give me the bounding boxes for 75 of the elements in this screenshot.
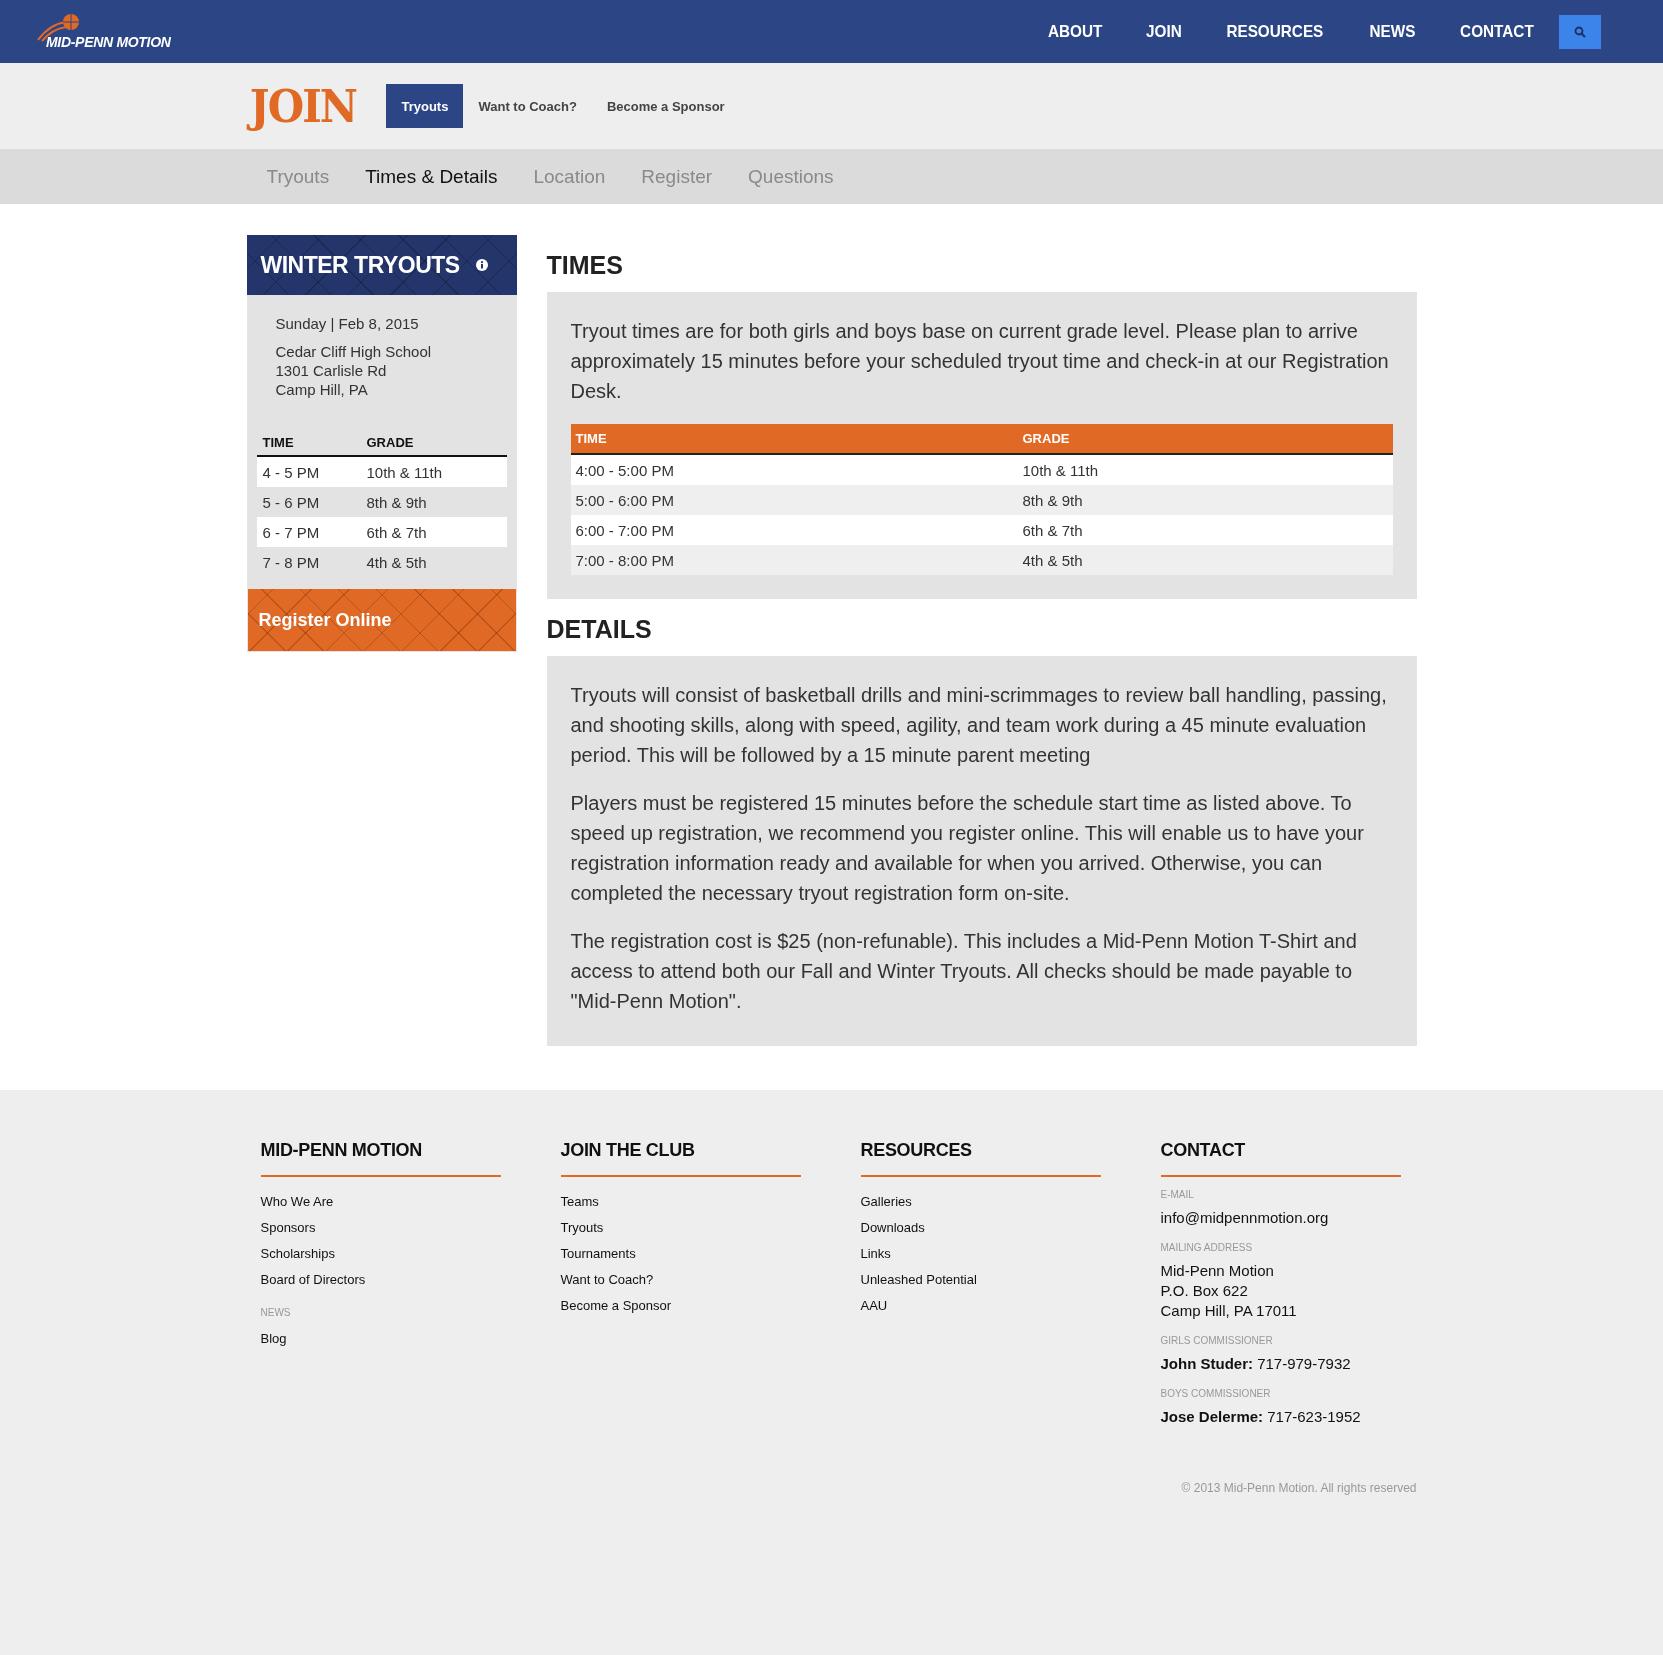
table-cell-text: 6:00 - 7:00 PM [575,521,675,539]
footer-link[interactable]: Links [860,1241,891,1267]
footer-link[interactable]: Blog [260,1326,287,1352]
table-cell-text: 6 - 7 PM [262,523,321,541]
column-header: TIME [575,431,608,446]
contact-text: Mid-Penn Motion [1160,1261,1274,1281]
footer-link[interactable]: Unleashed Potential [860,1267,977,1293]
address-line: 1301 Carlisle Rd [275,361,388,380]
nav-link[interactable]: ABOUT [1031,21,1120,42]
table-cell-text: 6th & 7th [366,523,428,541]
nav-link[interactable]: RESOURCES [1209,21,1341,42]
contact-text: Camp Hill, PA 17011 [1160,1301,1297,1321]
section-heading: DETAILS [546,615,653,644]
paragraph: Tryouts will consist of basketball drills and mini-scrimmages to review ball handling, passing, and shooting skills, along with speed, agility, and team work during a 45 minute evaluation period. This will be followed by a 15 minute parent meeting [570,683,1388,768]
address-line: Camp Hill, PA [275,380,369,399]
paragraph: Players must be registered 15 minutes before the schedule start time as listed above. To speed up registration, we recommend you register online. This will enable us to have your registration information ready and available for when you arrived. Otherwise, you can completed the necessary tryout registration form on-site. [570,791,1365,906]
footer-link[interactable]: Downloads [860,1215,925,1241]
contact-label: GIRLS COMMISSIONER [1160,1335,1274,1346]
footer-link[interactable]: Board of Directors [260,1267,366,1293]
table-cell-text: 7 - 8 PM [262,553,321,571]
column-header: TIME [262,434,295,450]
table-cell-text: 5 - 6 PM [262,493,321,511]
search-icon [1574,25,1586,38]
sidebar-title: WINTER TRYOUTS [260,251,460,279]
table-cell-text: 8th & 9th [1022,491,1084,509]
table-cell-text: 4th & 5th [1022,551,1084,569]
table-cell-text: 10th & 11th [366,463,444,481]
footer-link[interactable]: Tryouts [560,1215,604,1241]
footer-link[interactable]: Become a Sponsor [560,1293,672,1319]
table-cell-text: 8th & 9th [366,493,428,511]
contact-label: BOYS COMMISSIONER [1160,1388,1272,1399]
footer-heading: CONTACT [1160,1140,1401,1177]
contact-text: info@midpennmotion.org [1160,1208,1329,1228]
nav-link[interactable]: CONTACT [1443,21,1551,42]
table-cell-text: 10th & 11th [1022,461,1100,479]
copyright: © 2013 Mid-Penn Motion. All rights reserved [1181,1481,1417,1495]
column-header: GRADE [1022,431,1071,446]
footer-link[interactable]: Want to Coach? [560,1267,654,1293]
table-cell-text: 4:00 - 5:00 PM [575,461,675,479]
section-heading: TIMES [546,251,624,280]
subnav-link[interactable]: Times & Details [347,165,516,188]
nav-link[interactable]: JOIN [1128,21,1199,42]
paragraph: The registration cost is $25 (non-refunable). This includes a Mid-Penn Motion T-Shirt and access to attend both our Fall and Winter Tryouts. All checks should be made payable to "Mid-Penn Motion". [570,929,1358,1014]
footer-heading: JOIN THE CLUB [560,1140,801,1177]
table-cell-text: 4th & 5th [366,553,428,571]
section-tab[interactable]: Become a Sponsor [591,84,740,128]
contact-text: Jose Delerme: 717-623-1952 [1160,1407,1361,1427]
logo[interactable]: MID-PENN MOTION [36,11,171,52]
event-date: Sunday | Feb 8, 2015 [274,315,420,332]
footer-link[interactable]: Scholarships [260,1241,335,1267]
footer-link[interactable]: Sponsors [260,1215,316,1241]
contact-text: P.O. Box 622 [1160,1281,1248,1301]
contact-label: E-MAIL [1160,1189,1195,1200]
paragraph: Tryout times are for both girls and boys base on current grade level. Please plan to arrive approximately 15 minutes before your scheduled tryout time and check-in at our Registration Desk. [570,319,1390,404]
footer-link[interactable]: AAU [860,1293,888,1319]
footer-heading: MID-PENN MOTION [260,1140,501,1177]
footer-link[interactable]: Galleries [860,1189,912,1215]
section-tab[interactable]: Want to Coach? [463,84,592,128]
contact-label: MAILING ADDRESS [1160,1242,1254,1253]
footer-link[interactable]: Who We Are [260,1189,334,1215]
contact-text: John Studer: 717-979-7932 [1160,1354,1351,1374]
table-cell-text: 5:00 - 6:00 PM [575,491,675,509]
column-header: GRADE [366,434,415,450]
table-cell-text: 4 - 5 PM [262,463,321,481]
footer-link[interactable]: Tournaments [560,1241,636,1267]
info-icon[interactable] [475,259,488,271]
section-tab[interactable]: Tryouts [386,84,464,128]
table-cell-text: 7:00 - 8:00 PM [575,551,675,569]
footer-label: NEWS [260,1307,291,1318]
footer-link[interactable]: Teams [560,1189,599,1215]
address-line: Cedar Cliff High School [275,342,433,361]
nav-link[interactable]: NEWS [1352,21,1433,42]
search-button[interactable] [1559,14,1601,49]
table-cell-text: 6th & 7th [1022,521,1084,539]
footer-heading: RESOURCES [860,1140,1101,1177]
